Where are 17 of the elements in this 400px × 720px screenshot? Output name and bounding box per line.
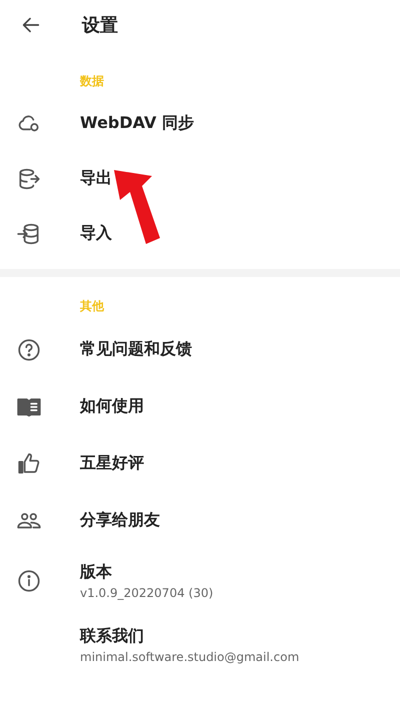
settings-item[interactable]: 联系我们 [80, 626, 300, 647]
item-subtitle: v1.0.9_20220704 (30) [80, 586, 214, 600]
settings-item[interactable]: 导出 [80, 168, 112, 189]
section-header: 其他 [79, 298, 105, 315]
settings-item[interactable]: 分享给朋友 [80, 510, 160, 531]
settings-item[interactable]: WebDAV 同步 [80, 113, 194, 134]
settings-item[interactable]: 常见问题和反馈 [80, 339, 192, 360]
settings-item[interactable]: 导入 [80, 223, 112, 244]
settings-item[interactable]: 如何使用 [80, 396, 144, 417]
settings-item[interactable]: 五星好评 [80, 453, 144, 474]
settings-item[interactable]: 版本 [80, 562, 214, 583]
thumbs-up-icon [16, 450, 42, 476]
info-icon [16, 568, 42, 594]
help-icon [16, 336, 42, 362]
item-subtitle: minimal.software.studio@gmail.com [80, 650, 300, 664]
section-header: 数据 [78, 73, 105, 90]
page-title: 设置 [82, 14, 118, 37]
